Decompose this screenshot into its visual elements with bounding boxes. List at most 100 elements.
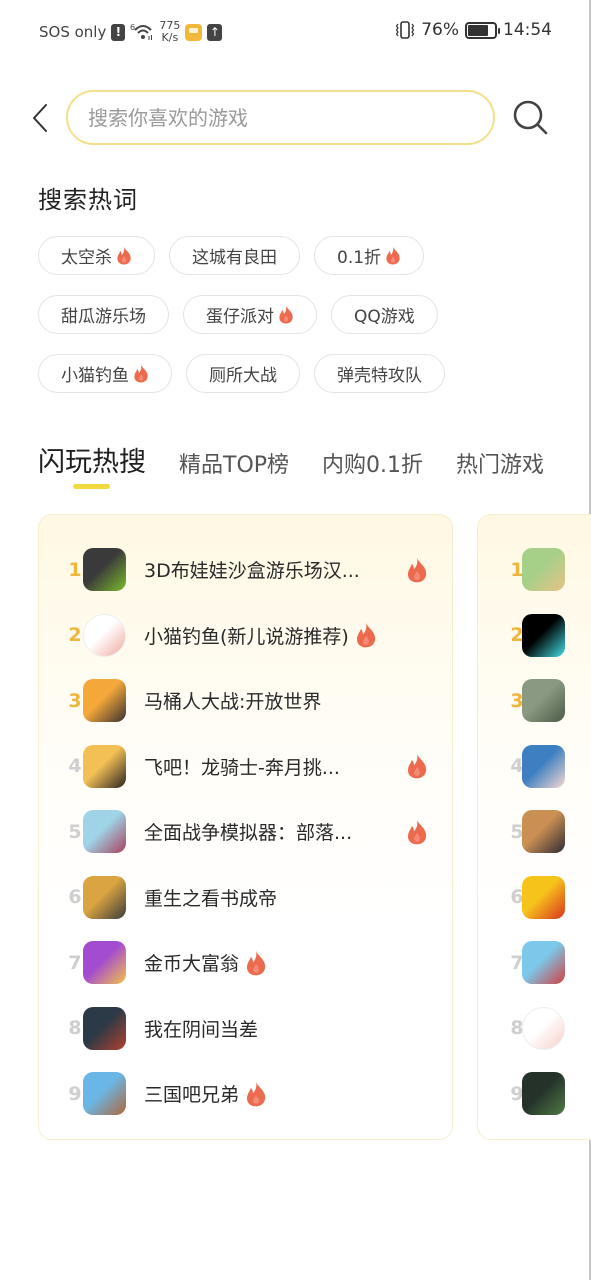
hot-word-label: 太空杀 xyxy=(61,248,112,268)
rank-item[interactable]: 6 重生之看书成帝 xyxy=(39,865,452,931)
flame-icon xyxy=(407,753,427,779)
tab-3[interactable]: 热门游戏 xyxy=(456,447,544,479)
rank-item[interactable]: 8 xyxy=(478,996,591,1062)
chip-row: 甜瓜游乐场 蛋仔派对 QQ游戏 xyxy=(38,295,498,334)
status-bar-right: 76% 14:54 xyxy=(395,20,552,40)
game-name: 三国吧兄弟 xyxy=(144,1084,240,1107)
wifi-icon: 6 xyxy=(130,23,154,41)
hot-word-chip[interactable]: 甜瓜游乐场 xyxy=(38,295,169,334)
rank-item[interactable]: 3 马桶人大战:开放世界 xyxy=(39,668,452,734)
tab-0[interactable]: 闪玩热搜 xyxy=(38,440,146,479)
notification-app-icon xyxy=(185,23,203,41)
game-name-wrap: 全面战争模拟器：部落... xyxy=(144,818,452,845)
hot-word-label: 弹壳特攻队 xyxy=(337,366,422,386)
rank-item[interactable]: 1 xyxy=(478,537,591,603)
flame-icon xyxy=(407,819,427,845)
chevron-left-icon xyxy=(33,104,47,132)
game-icon xyxy=(83,744,126,788)
rank-item[interactable]: 1 3D布娃娃沙盒游乐场汉... xyxy=(39,537,452,603)
hot-word-label: 厕所大战 xyxy=(209,366,277,386)
hot-word-label: 甜瓜游乐场 xyxy=(61,307,146,327)
alert-icon: ! xyxy=(111,23,126,41)
game-name-wrap: 金币大富翁 xyxy=(144,949,452,976)
hot-word-chip[interactable]: 太空杀 xyxy=(38,236,155,275)
flame-icon xyxy=(356,622,375,648)
rank-item[interactable]: 9 三国吧兄弟 xyxy=(39,1061,452,1127)
rank-number-text: 8 xyxy=(68,1017,82,1040)
flame-icon xyxy=(407,557,427,583)
game-name-wrap: 小猫钓鱼(新儿说游推荐) xyxy=(144,622,452,649)
game-name: 马桶人大战:开放世界 xyxy=(144,691,322,714)
hot-words-chips: 太空杀 这城有良田 0.1折甜瓜游乐场 蛋仔派对 QQ游戏小猫钓鱼 厕所大战 弹壳特攻队 xyxy=(38,236,498,413)
rank-list: 1 3D布娃娃沙盒游乐场汉... 2 小猫钓鱼(新儿说游推荐) 3 马桶人大战:开放世界 4… xyxy=(39,537,452,1127)
battery-icon xyxy=(465,21,500,39)
upload-icon: ↑ xyxy=(207,23,223,41)
rank-number-text: 4 xyxy=(68,755,82,778)
back-button[interactable] xyxy=(26,98,54,138)
status-bar: SOS only ! 6 775 K/s ↑ 76% 14:54 xyxy=(0,0,591,66)
flame-icon xyxy=(134,364,148,383)
network-badge: 6 xyxy=(130,23,135,32)
rank-number-text: 1 xyxy=(68,558,82,581)
rank-item[interactable]: 4 飞吧！龙骑士-奔月挑... xyxy=(39,734,452,800)
hot-word-chip[interactable]: QQ游戏 xyxy=(331,295,438,334)
flame-icon xyxy=(386,246,400,265)
game-name-wrap: 重生之看书成帝 xyxy=(144,884,452,911)
battery-fill xyxy=(468,24,488,36)
rank-number-text: 9 xyxy=(68,1082,82,1105)
flame-icon xyxy=(117,246,131,265)
game-icon xyxy=(83,1006,126,1050)
speed-unit: K/s xyxy=(161,31,179,44)
game-name-wrap: 飞吧！龙骑士-奔月挑... xyxy=(144,753,452,780)
rank-item[interactable]: 5 xyxy=(478,799,591,865)
hot-word-chip[interactable]: 0.1折 xyxy=(314,236,425,275)
game-icon xyxy=(522,810,565,854)
battery-percent: 76% xyxy=(421,20,459,40)
chip-row: 太空杀 这城有良田 0.1折 xyxy=(38,236,498,275)
game-icon xyxy=(83,875,126,919)
rank-item[interactable]: 9 xyxy=(478,1061,591,1127)
game-icon xyxy=(83,1072,126,1116)
rank-item[interactable]: 2 xyxy=(478,603,591,669)
game-name: 小猫钓鱼(新儿说游推荐) xyxy=(144,625,349,648)
rank-card-top: 123456789 xyxy=(477,514,591,1140)
rank-number-text: 3 xyxy=(68,689,82,712)
rank-item[interactable]: 7 金币大富翁 xyxy=(39,930,452,996)
game-icon xyxy=(83,941,126,985)
network-speed: 775 K/s xyxy=(159,20,180,44)
flame-icon xyxy=(279,305,293,324)
hot-word-chip[interactable]: 厕所大战 xyxy=(186,354,300,393)
hot-word-chip[interactable]: 弹壳特攻队 xyxy=(314,354,445,393)
rank-item[interactable]: 7 xyxy=(478,930,591,996)
game-name-wrap: 3D布娃娃沙盒游乐场汉... xyxy=(144,556,452,583)
flame-icon xyxy=(246,1081,266,1107)
rank-item[interactable]: 4 xyxy=(478,734,591,800)
hot-word-chip[interactable]: 蛋仔派对 xyxy=(183,295,317,334)
flame-icon xyxy=(246,950,266,976)
rank-item[interactable]: 2 小猫钓鱼(新儿说游推荐) xyxy=(39,603,452,669)
game-name-wrap: 我在阴间当差 xyxy=(144,1015,452,1042)
hot-word-label: QQ游戏 xyxy=(354,307,415,327)
rank-item[interactable]: 8 我在阴间当差 xyxy=(39,996,452,1062)
hot-word-chip[interactable]: 这城有良田 xyxy=(169,236,300,275)
search-field[interactable] xyxy=(66,90,495,145)
hot-word-label: 小猫钓鱼 xyxy=(61,366,129,386)
vibrate-icon xyxy=(395,21,415,39)
tab-1[interactable]: 精品TOP榜 xyxy=(179,447,289,479)
rank-item[interactable]: 3 xyxy=(478,668,591,734)
tab-2[interactable]: 内购0.1折 xyxy=(322,447,423,479)
search-input[interactable] xyxy=(88,105,493,130)
active-tab-indicator xyxy=(73,484,110,489)
game-name: 飞吧！龙骑士-奔月挑... xyxy=(144,756,340,779)
chip-row: 小猫钓鱼 厕所大战 弹壳特攻队 xyxy=(38,354,498,393)
game-name: 金币大富翁 xyxy=(144,953,240,976)
game-icon xyxy=(522,548,565,592)
rank-item[interactable]: 5 全面战争模拟器：部落... xyxy=(39,799,452,865)
game-icon xyxy=(522,875,565,919)
game-icon xyxy=(522,1006,565,1050)
rank-item[interactable]: 6 xyxy=(478,865,591,931)
hot-word-chip[interactable]: 小猫钓鱼 xyxy=(38,354,172,393)
search-button[interactable] xyxy=(510,97,550,137)
clock: 14:54 xyxy=(503,20,552,40)
rank-number-text: 6 xyxy=(68,886,82,909)
